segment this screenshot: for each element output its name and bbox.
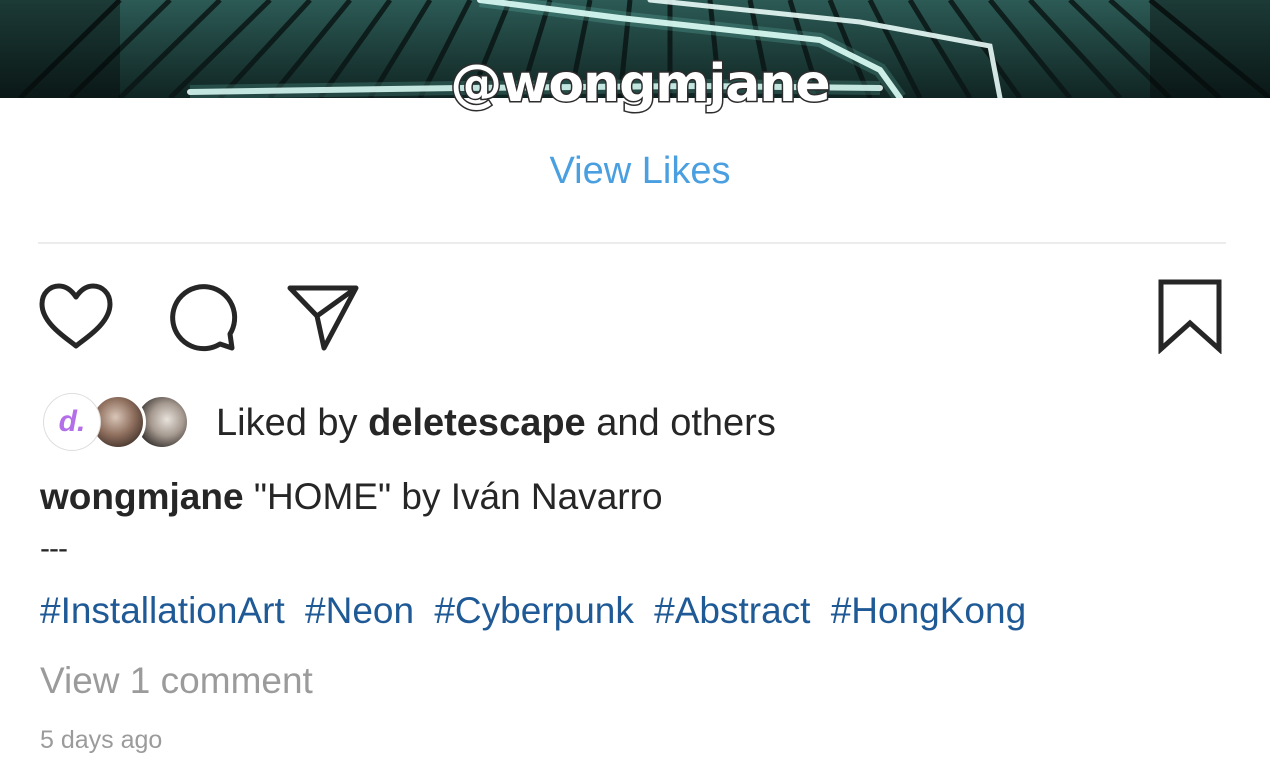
caption-username-link[interactable]: wongmjane	[40, 476, 244, 517]
hashtag-link[interactable]: #InstallationArt	[40, 590, 285, 631]
instagram-post: @wongmjane View Likes d. Liked by delete…	[0, 0, 1280, 770]
hashtag-link[interactable]: #Cyberpunk	[434, 590, 634, 631]
share-button[interactable]	[286, 282, 362, 352]
liked-by-text: Liked by deletescape and others	[216, 402, 776, 445]
caption-separator: ---	[40, 532, 68, 565]
divider	[38, 242, 1226, 244]
heart-icon	[39, 283, 113, 349]
liked-by-suffix: and others	[596, 401, 776, 444]
like-button[interactable]	[38, 282, 114, 352]
liked-by-prefix: Liked by	[216, 401, 358, 444]
post-caption: wongmjane "HOME" by Iván Navarro	[40, 476, 663, 518]
bookmark-icon	[1158, 279, 1222, 354]
liked-by-user-link[interactable]: deletescape	[368, 402, 586, 444]
hashtag-link[interactable]: #HongKong	[831, 590, 1026, 631]
post-timestamp: 5 days ago	[40, 726, 163, 754]
avatar: d.	[44, 394, 100, 450]
send-icon	[287, 285, 359, 351]
liked-by-row[interactable]: d. Liked by deletescape and others	[44, 392, 776, 454]
view-likes-link[interactable]: View Likes	[0, 150, 1280, 193]
save-button[interactable]	[1156, 278, 1224, 354]
comment-icon	[170, 284, 238, 352]
caption-text: "HOME" by Iván Navarro	[253, 476, 663, 517]
comment-button[interactable]	[164, 282, 238, 354]
view-comments-link[interactable]: View 1 comment	[40, 660, 313, 702]
username-watermark: @wongmjane	[449, 54, 832, 114]
hashtag-link[interactable]: #Abstract	[654, 590, 810, 631]
action-bar	[0, 272, 1280, 362]
liker-avatars: d.	[44, 392, 194, 454]
hashtag-list: #InstallationArt #Neon #Cyberpunk #Abstr…	[40, 590, 1036, 632]
hashtag-link[interactable]: #Neon	[305, 590, 414, 631]
